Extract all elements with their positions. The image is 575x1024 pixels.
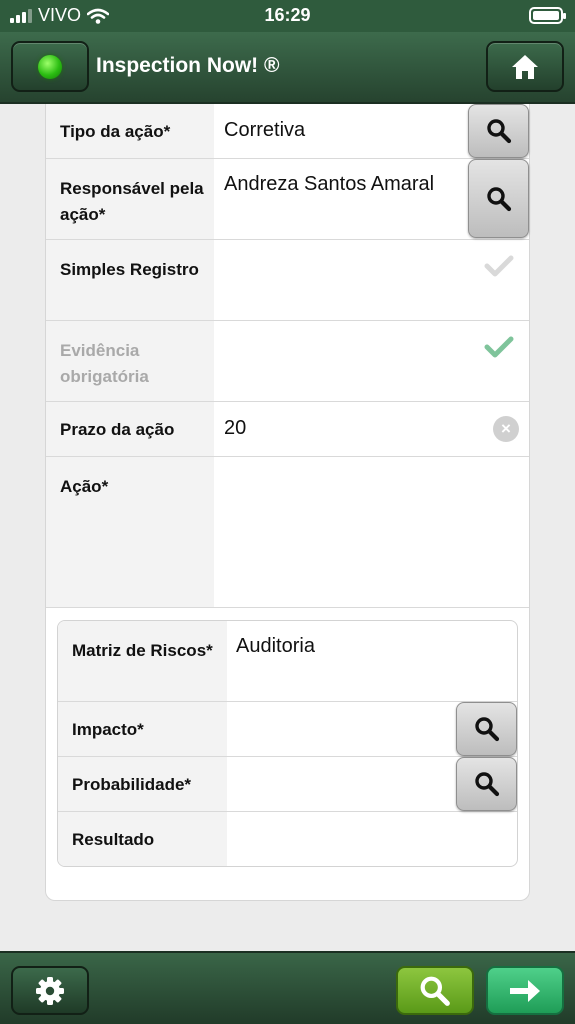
- acao-label: Ação*: [46, 457, 214, 607]
- responsavel-search-button[interactable]: [468, 159, 529, 238]
- home-icon: [512, 54, 538, 79]
- footer-search-button[interactable]: [396, 966, 474, 1015]
- arrow-right-icon: [510, 979, 540, 1002]
- tipo-acao-value[interactable]: Corretiva: [224, 119, 305, 142]
- home-button[interactable]: [486, 41, 564, 92]
- impacto-search-button[interactable]: [456, 702, 517, 756]
- settings-button[interactable]: [11, 966, 89, 1015]
- row-evidencia-obrigatoria: Evidência obrigatória: [46, 321, 529, 402]
- check-icon[interactable]: [484, 254, 514, 278]
- green-led-icon: [38, 54, 62, 79]
- tipo-acao-search-button[interactable]: [468, 104, 529, 158]
- probabilidade-label: Probabilidade*: [58, 757, 227, 811]
- responsavel-value[interactable]: Andreza Santos Amaral: [224, 173, 434, 196]
- next-button[interactable]: [486, 966, 564, 1015]
- row-prazo: Prazo da ação 20 ×: [46, 402, 529, 457]
- check-icon: [484, 336, 514, 358]
- status-bar: VIVO 16:29: [0, 0, 575, 32]
- tipo-acao-label: Tipo da ação*: [46, 104, 214, 158]
- acao-textarea[interactable]: [224, 471, 514, 591]
- clock: 16:29: [264, 5, 311, 25]
- simples-registro-label: Simples Registro: [46, 240, 214, 320]
- evidencia-label: Evidência obrigatória: [46, 321, 214, 401]
- row-probabilidade: Probabilidade*: [58, 757, 517, 812]
- row-responsavel: Responsável pela ação* Andreza Santos Am…: [46, 159, 529, 240]
- row-matriz-riscos: Matriz de Riscos* Auditoria: [58, 621, 517, 702]
- matriz-label: Matriz de Riscos*: [58, 621, 227, 701]
- clear-icon[interactable]: ×: [493, 416, 519, 442]
- battery-icon: [529, 7, 566, 24]
- app-header: Inspection Now! ®: [0, 32, 575, 104]
- search-icon: [486, 186, 511, 211]
- row-tipo-acao: Tipo da ação* Corretiva: [46, 104, 529, 159]
- matriz-value[interactable]: Auditoria: [236, 635, 315, 658]
- row-acao: Ação*: [46, 457, 529, 608]
- row-impacto: Impacto*: [58, 702, 517, 757]
- bottom-toolbar: [0, 951, 575, 1024]
- responsavel-label: Responsável pela ação*: [46, 159, 214, 239]
- app-title: Inspection Now! ®: [96, 54, 280, 77]
- search-icon: [486, 119, 511, 144]
- action-form-card: Tipo da ação* Corretiva Responsável pela…: [45, 104, 530, 901]
- gear-icon: [36, 976, 64, 1005]
- row-resultado: Resultado: [58, 812, 517, 866]
- status-button[interactable]: [11, 41, 89, 92]
- search-icon: [474, 717, 499, 742]
- resultado-label: Resultado: [58, 812, 227, 866]
- prazo-label: Prazo da ação: [46, 402, 214, 456]
- search-icon: [474, 772, 499, 797]
- search-icon: [420, 976, 450, 1006]
- probabilidade-search-button[interactable]: [456, 757, 517, 811]
- row-simples-registro[interactable]: Simples Registro: [46, 240, 529, 321]
- prazo-value[interactable]: 20: [224, 417, 246, 440]
- risk-matrix-box: Matriz de Riscos* Auditoria Impacto* Pro…: [57, 620, 518, 867]
- impacto-label: Impacto*: [58, 702, 227, 756]
